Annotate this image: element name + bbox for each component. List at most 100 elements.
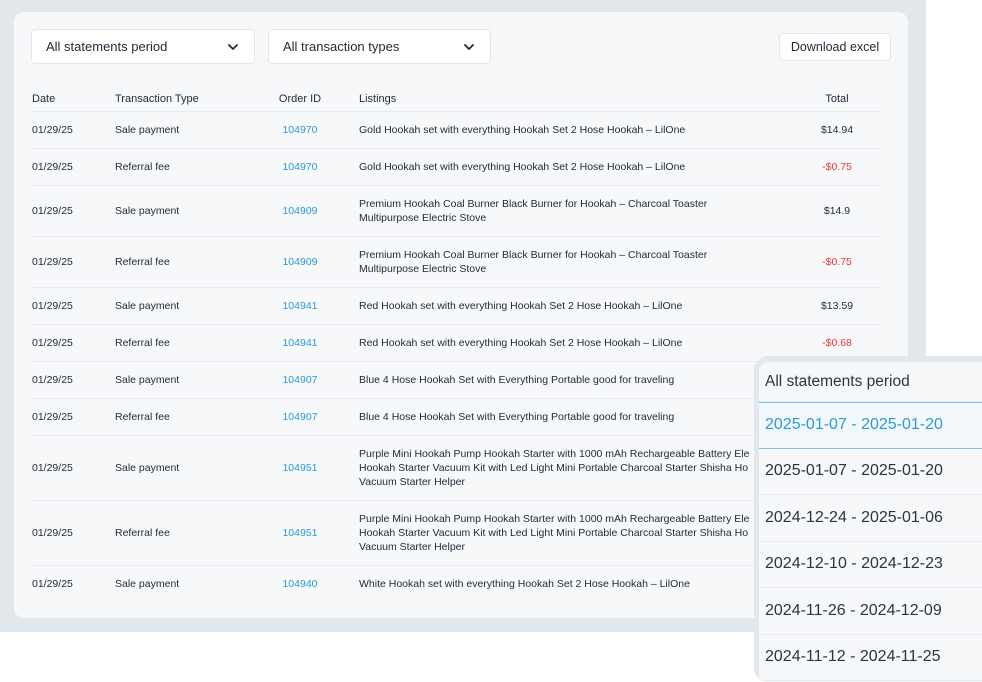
header-date[interactable]: Date [31, 93, 115, 105]
order-id-link[interactable]: 104907 [282, 411, 317, 423]
listing-line-1: Purple Mini Hookah Pump Hookah Starter w… [359, 448, 750, 460]
order-id-link[interactable]: 104970 [282, 124, 317, 136]
cell-date: 01/29/25 [32, 337, 73, 349]
cell-transaction-type: Referral fee [115, 161, 170, 173]
transactions-table: Date Transaction Type Order ID Listings … [31, 86, 880, 602]
order-id-link[interactable]: 104941 [282, 337, 317, 349]
order-id-link[interactable]: 104909 [282, 205, 317, 217]
cell-total: $13.59 [820, 300, 854, 312]
listing-line-3: Vacuum Starter Helper [359, 476, 466, 488]
table-row: 01/29/25 Referral fee 104941 Red Hookah set… [31, 325, 880, 362]
listing-line-1: Blue 4 Hose Hookah Set with Everything P… [359, 374, 675, 386]
cell-date: 01/29/25 [32, 462, 73, 474]
table-header: Date Transaction Type Order ID Listings … [31, 86, 880, 112]
order-id-link[interactable]: 104951 [282, 462, 317, 474]
listing-line-1: Red Hookah set with everything Hookah Se… [359, 337, 683, 349]
cell-date: 01/29/25 [32, 411, 73, 423]
cell-listing: White Hookah set with everything Hookah … [359, 577, 794, 591]
table-row: 01/29/25 Sale payment 104907 Blue 4 Hose Ho… [31, 362, 880, 399]
cell-transaction-type: Referral fee [115, 256, 170, 268]
listing-line-1: Purple Mini Hookah Pump Hookah Starter w… [359, 513, 750, 525]
cell-total: -$0.68 [822, 337, 852, 349]
header-transaction-type[interactable]: Transaction Type [115, 93, 255, 105]
header-total[interactable]: Total [794, 93, 880, 105]
cell-date: 01/29/25 [32, 205, 73, 217]
period-option[interactable]: 2024-12-10 - 2024-12-23 [759, 542, 982, 588]
cell-listing: Red Hookah set with everything Hookah Se… [359, 336, 794, 350]
listing-line-3: Vacuum Starter Helper [359, 541, 466, 553]
download-excel-button[interactable]: Download excel [779, 33, 891, 61]
cell-date: 01/29/25 [32, 527, 73, 539]
table-row: 01/29/25 Sale payment 104909 Premium Hookah… [31, 186, 880, 237]
listing-line-1: Gold Hookah set with everything Hookah S… [359, 124, 686, 136]
listing-line-2: Hookah Starter Vacuum Kit with Led Light… [359, 462, 749, 474]
cell-listing: Blue 4 Hose Hookah Set with Everything P… [359, 410, 794, 424]
listing-line-1: Premium Hookah Coal Burner Black Burner … [359, 249, 708, 261]
cell-listing: Purple Mini Hookah Pump Hookah Starter w… [359, 447, 794, 489]
table-row: 01/29/25 Referral fee 104951 Purple Mini Ho… [31, 501, 880, 566]
cell-listing: Gold Hookah set with everything Hookah S… [359, 123, 794, 137]
period-dropdown-list: All statements period 2025-01-07 - 2025-… [759, 362, 982, 682]
cell-listing: Blue 4 Hose Hookah Set with Everything P… [359, 373, 794, 387]
cell-transaction-type: Referral fee [115, 411, 170, 423]
listing-line-1: Blue 4 Hose Hookah Set with Everything P… [359, 411, 675, 423]
listing-line-1: White Hookah set with everything Hookah … [359, 578, 690, 590]
table-row: 01/29/25 Sale payment 104970 Gold Hookah se… [31, 112, 880, 149]
order-id-link[interactable]: 104907 [282, 374, 317, 386]
period-option-all[interactable]: All statements period [759, 362, 982, 402]
chevron-down-icon [226, 40, 240, 54]
listing-line-2: Multipurpose Electric Stove [359, 263, 487, 275]
cell-listing: Gold Hookah set with everything Hookah S… [359, 160, 794, 174]
cell-transaction-type: Sale payment [115, 124, 180, 136]
cell-listing: Premium Hookah Coal Burner Black Burner … [359, 248, 794, 276]
cell-transaction-type: Sale payment [115, 205, 180, 217]
period-option[interactable]: 2024-12-24 - 2025-01-06 [759, 495, 982, 542]
listing-line-2: Multipurpose Electric Stove [359, 212, 487, 224]
cell-total: -$0.75 [822, 256, 852, 268]
cell-listing: Purple Mini Hookah Pump Hookah Starter w… [359, 512, 794, 554]
table-row: 01/29/25 Sale payment 104941 Red Hookah set… [31, 288, 880, 325]
order-id-link[interactable]: 104909 [282, 256, 317, 268]
cell-transaction-type: Sale payment [115, 462, 180, 474]
transaction-type-select-label: All transaction types [283, 39, 400, 54]
period-select-label: All statements period [46, 39, 168, 54]
period-dropdown-menu: All statements period 2025-01-07 - 2025-… [754, 356, 982, 682]
chevron-down-icon [462, 40, 476, 54]
cell-date: 01/29/25 [32, 578, 73, 590]
cell-transaction-type: Sale payment [115, 300, 180, 312]
order-id-link[interactable]: 104951 [282, 527, 317, 539]
order-id-link[interactable]: 104941 [282, 300, 317, 312]
listing-line-1: Premium Hookah Coal Burner Black Burner … [359, 198, 708, 210]
cell-date: 01/29/25 [32, 256, 73, 268]
period-option[interactable]: 2024-11-12 - 2024-11-25 [759, 635, 982, 681]
cell-transaction-type: Referral fee [115, 527, 170, 539]
header-listings[interactable]: Listings [359, 92, 794, 106]
cell-total: -$0.75 [822, 161, 852, 173]
period-option[interactable]: 2025-01-07 - 2025-01-20 [759, 449, 982, 495]
listing-line-1: Red Hookah set with everything Hookah Se… [359, 300, 683, 312]
order-id-link[interactable]: 104940 [282, 578, 317, 590]
cell-date: 01/29/25 [32, 161, 73, 173]
cell-date: 01/29/25 [32, 124, 73, 136]
header-order-id[interactable]: Order ID [255, 93, 359, 105]
table-row: 01/29/25 Referral fee 104970 Gold Hookah se… [31, 149, 880, 186]
listing-line-1: Gold Hookah set with everything Hookah S… [359, 161, 686, 173]
period-option[interactable]: 2025-01-07 - 2025-01-20 [759, 402, 982, 449]
table-row: 01/29/25 Sale payment 104951 Purple Mini Ho… [31, 436, 880, 501]
transaction-type-select[interactable]: All transaction types [268, 29, 491, 64]
cell-transaction-type: Referral fee [115, 337, 170, 349]
cell-total: $14.94 [820, 124, 854, 136]
cell-total: $14.9 [823, 205, 851, 217]
period-select[interactable]: All statements period [31, 29, 255, 64]
cell-date: 01/29/25 [32, 374, 73, 386]
table-body: 01/29/25 Sale payment 104970 Gold Hookah se… [31, 112, 880, 602]
cell-transaction-type: Sale payment [115, 578, 180, 590]
cell-transaction-type: Sale payment [115, 374, 180, 386]
table-row: 01/29/25 Sale payment 104940 White Hookah s… [31, 566, 880, 602]
cell-listing: Red Hookah set with everything Hookah Se… [359, 299, 794, 313]
table-row: 01/29/25 Referral fee 104907 Blue 4 Hose Ho… [31, 399, 880, 436]
order-id-link[interactable]: 104970 [282, 161, 317, 173]
period-option[interactable]: 2024-11-26 - 2024-12-09 [759, 588, 982, 635]
listing-line-2: Hookah Starter Vacuum Kit with Led Light… [359, 527, 749, 539]
table-row: 01/29/25 Referral fee 104909 Premium Hookah… [31, 237, 880, 288]
